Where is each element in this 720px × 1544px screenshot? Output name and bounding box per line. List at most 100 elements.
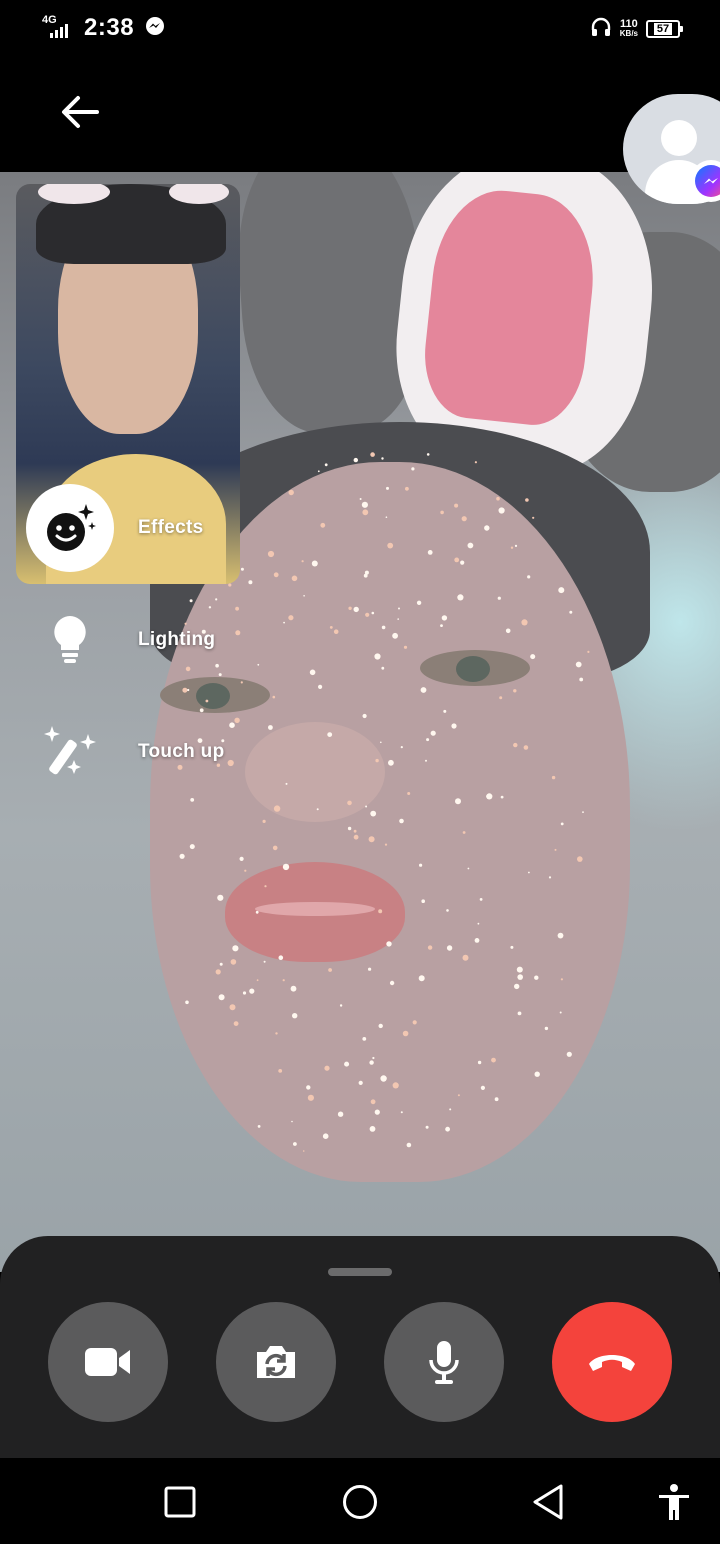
glitter-dot	[228, 583, 232, 587]
lightbulb-icon[interactable]	[50, 614, 90, 666]
glitter-dot	[554, 848, 557, 851]
glitter-dot	[362, 509, 369, 516]
glitter-dot	[384, 843, 388, 846]
glitter-dot	[577, 856, 583, 862]
glitter-dot	[256, 979, 259, 982]
microphone-button[interactable]	[384, 1302, 504, 1422]
glitter-dot	[374, 1109, 380, 1115]
touch-up-label[interactable]: Touch up	[138, 741, 224, 763]
glitter-dot	[328, 968, 332, 972]
glitter-dot	[386, 486, 389, 490]
glitter-dot	[418, 975, 425, 982]
glitter-dot	[303, 595, 305, 597]
glitter-dot	[267, 550, 275, 558]
glitter-dot	[353, 606, 359, 613]
glitter-dot	[446, 909, 449, 912]
back-triangle-icon	[533, 1484, 563, 1520]
signal-icon: 4G	[42, 14, 74, 40]
glitter-dot	[551, 775, 556, 780]
effects-button[interactable]	[26, 484, 114, 572]
glitter-dot	[218, 994, 225, 1001]
glitter-dot	[378, 909, 383, 914]
glitter-dot	[412, 1020, 417, 1025]
glitter-dot	[454, 557, 460, 563]
glitter-dot	[278, 1069, 283, 1073]
glitter-dot	[227, 759, 234, 767]
glitter-dot	[443, 709, 447, 713]
headphones-icon	[590, 16, 612, 43]
flip-camera-button[interactable]	[216, 1302, 336, 1422]
end-call-icon	[589, 1355, 635, 1371]
glitter-dot	[292, 1013, 298, 1019]
accessibility-button[interactable]	[652, 1480, 696, 1524]
glitter-dot	[307, 1094, 314, 1101]
lighting-label[interactable]: Lighting	[138, 629, 215, 651]
glitter-dot	[388, 759, 394, 766]
glitter-dot	[320, 522, 326, 528]
glitter-dot	[516, 966, 523, 973]
glitter-dot	[272, 845, 278, 851]
glitter-dot	[291, 1120, 293, 1123]
glitter-dot	[288, 615, 294, 621]
glitter-dot	[240, 567, 244, 571]
effects-label[interactable]: Effects	[138, 517, 203, 539]
glitter-dot	[208, 606, 212, 609]
glitter-dot	[569, 610, 573, 614]
sheet-drag-handle[interactable]	[328, 1268, 392, 1276]
glitter-dot	[239, 856, 244, 862]
glitter-dot	[282, 979, 285, 982]
flip-camera-icon	[257, 1346, 295, 1378]
back-button[interactable]	[56, 88, 104, 136]
microphone-icon	[429, 1341, 459, 1384]
back-nav-button[interactable]	[526, 1480, 570, 1524]
recents-button[interactable]	[158, 1480, 202, 1524]
glitter-dot	[499, 696, 503, 700]
glitter-dot	[348, 606, 352, 610]
glitter-dot	[361, 501, 368, 508]
glitter-dot	[449, 1108, 452, 1111]
glitter-dot	[216, 763, 221, 767]
glitter-dot	[353, 829, 357, 833]
glitter-dot	[378, 1023, 383, 1029]
glitter-dot	[339, 1004, 343, 1007]
glitter-dot	[235, 606, 240, 611]
glitter-dot	[477, 1060, 482, 1065]
call-controls-sheet	[0, 1236, 720, 1458]
glitter-dot	[380, 1075, 387, 1082]
glitter-dot	[272, 695, 276, 699]
glitter-dot	[263, 960, 266, 963]
glitter-dot	[177, 764, 183, 770]
glitter-dot	[234, 717, 240, 723]
status-right: 110 KB/s 57	[590, 16, 683, 43]
glitter-dot	[327, 732, 333, 737]
glitter-dot	[255, 910, 259, 914]
glitter-dot	[189, 844, 195, 850]
glitter-dot	[505, 628, 511, 634]
glitter-dot	[285, 782, 288, 785]
glitter-dot	[365, 612, 370, 617]
glitter-dot	[368, 967, 372, 971]
glitter-dot	[559, 1011, 562, 1014]
glitter-dot	[248, 580, 253, 585]
glitter-dot	[302, 1150, 305, 1152]
glitter-dot	[233, 1021, 239, 1026]
glitter-dot	[368, 836, 375, 843]
glitter-dot	[317, 470, 320, 473]
glitter-dot	[474, 461, 477, 464]
end-call-button[interactable]	[552, 1302, 672, 1422]
glitter-dot	[362, 713, 367, 719]
magic-wand-icon[interactable]	[44, 724, 100, 776]
glitter-dot	[182, 687, 188, 693]
glitter-dot	[347, 800, 352, 806]
glitter-dot	[446, 945, 453, 951]
glitter-dot	[372, 1056, 375, 1060]
home-button[interactable]	[338, 1480, 382, 1524]
glitter-dot	[426, 738, 430, 742]
glitter-dot	[400, 746, 403, 749]
glitter-dot	[316, 808, 319, 811]
glitter-dot	[264, 885, 267, 888]
video-toggle-button[interactable]	[48, 1302, 168, 1422]
glitter-dot	[426, 453, 430, 456]
glitter-dot	[587, 650, 590, 653]
glitter-dot	[397, 618, 400, 620]
